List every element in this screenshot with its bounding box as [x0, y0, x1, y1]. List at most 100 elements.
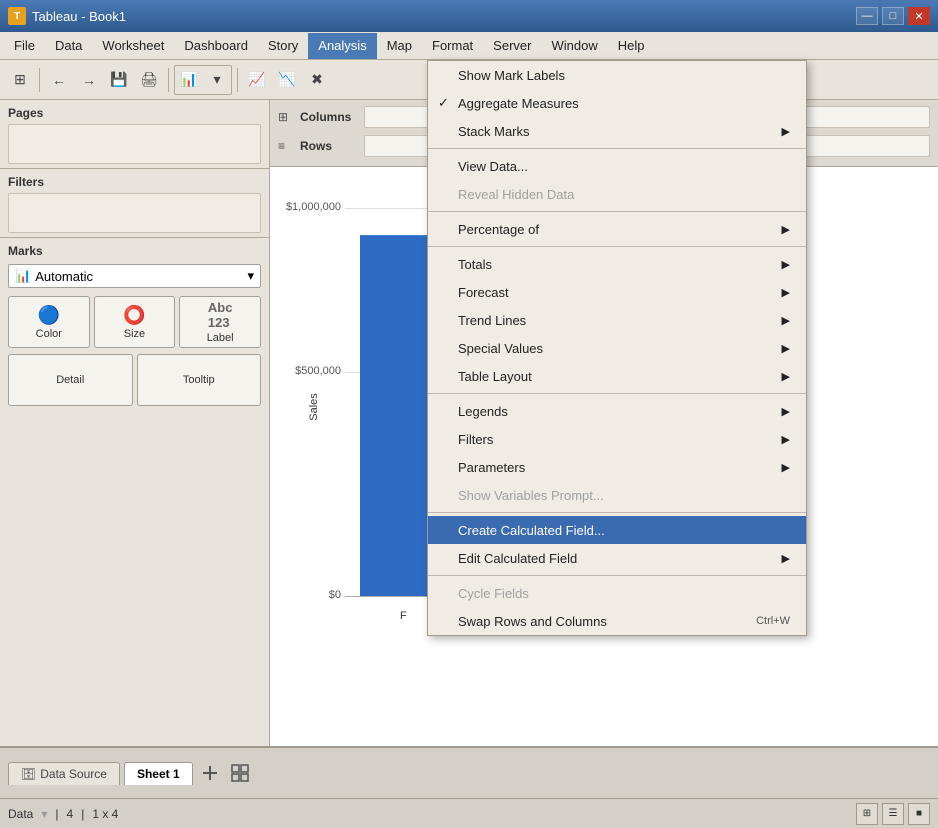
new-sheet-btn[interactable] — [197, 760, 223, 786]
toolbar-bar-chart-btn[interactable]: 📊 — [175, 66, 203, 94]
menu-totals-label: Totals — [458, 257, 492, 272]
stack-marks-arrow: ▶ — [782, 125, 790, 138]
table-layout-arrow: ▶ — [782, 370, 790, 383]
menu-stack-marks-label: Stack Marks — [458, 124, 530, 139]
status-bar: Data ▾ | 4 | 1 x 4 ⊞ ☰ ■ — [0, 798, 938, 828]
data-source-tab[interactable]: 🗄 Data Source — [8, 762, 120, 785]
menu-special-values[interactable]: Special Values ▶ — [428, 334, 806, 362]
rows-label: Rows — [300, 139, 360, 153]
aggregate-checkmark: ✓ — [438, 95, 449, 111]
marks-color-icon: 🔵 — [38, 305, 60, 326]
toolbar-save-btn[interactable]: 💾 — [105, 66, 133, 94]
data-source-icon: 🗄 — [21, 767, 36, 781]
columns-icon: ⊞ — [278, 110, 296, 124]
menu-legends[interactable]: Legends ▶ — [428, 397, 806, 425]
pages-label: Pages — [8, 106, 261, 120]
totals-arrow: ▶ — [782, 258, 790, 271]
menu-worksheet[interactable]: Worksheet — [92, 33, 174, 59]
sheet1-tab[interactable]: Sheet 1 — [124, 762, 193, 785]
menu-cycle-fields-label: Cycle Fields — [458, 586, 529, 601]
status-row-count: 4 — [67, 807, 74, 821]
percentage-of-arrow: ▶ — [782, 223, 790, 236]
marks-label-btn[interactable]: Abc123 Label — [179, 296, 261, 348]
menu-parameters[interactable]: Parameters ▶ — [428, 453, 806, 481]
toolbar-chart-dropdown[interactable]: ▾ — [203, 66, 231, 94]
parameters-arrow: ▶ — [782, 461, 790, 474]
maximize-button[interactable]: □ — [882, 7, 904, 25]
menu-analysis[interactable]: Analysis — [308, 33, 376, 59]
filters-drop-area[interactable] — [8, 193, 261, 233]
toolbar-forward-btn[interactable]: → — [75, 66, 103, 94]
menu-sep-2 — [428, 211, 806, 212]
filters-arrow: ▶ — [782, 433, 790, 446]
toolbar-show-btn[interactable]: 📈 — [243, 66, 271, 94]
menu-show-mark-labels[interactable]: Show Mark Labels — [428, 61, 806, 89]
pages-drop-area[interactable] — [8, 124, 261, 164]
marks-label-icon: Abc123 — [208, 300, 233, 330]
status-dark-btn[interactable]: ■ — [908, 803, 930, 825]
menu-help[interactable]: Help — [608, 33, 655, 59]
menu-stack-marks[interactable]: Stack Marks ▶ — [428, 117, 806, 145]
status-data-label: Data — [8, 807, 33, 821]
menu-sep-5 — [428, 512, 806, 513]
marks-panel: Marks 📊 Automatic ▾ 🔵 Color ⭕ Size — [0, 238, 269, 746]
x-axis-label: F — [400, 610, 407, 622]
menu-view-data[interactable]: View Data... — [428, 152, 806, 180]
menu-sep-6 — [428, 575, 806, 576]
legends-arrow: ▶ — [782, 405, 790, 418]
menu-legends-label: Legends — [458, 404, 508, 419]
edit-calc-arrow: ▶ — [782, 552, 790, 565]
status-list-btn[interactable]: ☰ — [882, 803, 904, 825]
status-right: ⊞ ☰ ■ — [856, 803, 930, 825]
toolbar-back-btn[interactable]: ← — [45, 66, 73, 94]
rows-icon: ≡ — [278, 139, 296, 153]
toolbar-home-btn[interactable]: ⊞ — [6, 66, 34, 94]
menu-reveal-hidden-label: Reveal Hidden Data — [458, 187, 574, 202]
menu-dashboard[interactable]: Dashboard — [174, 33, 258, 59]
menu-aggregate-measures[interactable]: ✓ Aggregate Measures — [428, 89, 806, 117]
special-values-arrow: ▶ — [782, 342, 790, 355]
menu-totals[interactable]: Totals ▶ — [428, 250, 806, 278]
toolbar-show2-btn[interactable]: 📉 — [273, 66, 301, 94]
toolbar-sep-2 — [168, 68, 169, 92]
gridline-label-bottom: $0 — [329, 589, 345, 601]
menu-forecast-label: Forecast — [458, 285, 509, 300]
menu-trend-lines[interactable]: Trend Lines ▶ — [428, 306, 806, 334]
close-button[interactable]: ✕ — [908, 7, 930, 25]
analysis-dropdown-menu: Show Mark Labels ✓ Aggregate Measures St… — [427, 60, 807, 636]
marks-color-btn[interactable]: 🔵 Color — [8, 296, 90, 348]
marks-size-icon: ⭕ — [123, 305, 145, 326]
marks-detail-btn[interactable]: Detail — [8, 354, 133, 406]
toolbar-print-btn[interactable]: 🖨 — [135, 66, 163, 94]
menu-window[interactable]: Window — [541, 33, 607, 59]
menu-edit-calc[interactable]: Edit Calculated Field ▶ — [428, 544, 806, 572]
menu-table-layout[interactable]: Table Layout ▶ — [428, 362, 806, 390]
menu-filters[interactable]: Filters ▶ — [428, 425, 806, 453]
gridline-label-mid: $500,000 — [295, 365, 345, 377]
menu-map[interactable]: Map — [377, 33, 422, 59]
menu-percentage-of[interactable]: Percentage of ▶ — [428, 215, 806, 243]
menu-swap-rows[interactable]: Swap Rows and Columns Ctrl+W — [428, 607, 806, 635]
menu-create-calc[interactable]: Create Calculated Field... — [428, 516, 806, 544]
menu-server[interactable]: Server — [483, 33, 541, 59]
marks-color-label: Color — [36, 328, 62, 340]
menu-format[interactable]: Format — [422, 33, 483, 59]
menu-story[interactable]: Story — [258, 33, 308, 59]
marks-size-label: Size — [124, 328, 145, 340]
status-grid-btn[interactable]: ⊞ — [856, 803, 878, 825]
y-axis-label: Sales — [308, 393, 320, 421]
filters-label: Filters — [8, 175, 261, 189]
menu-show-variables-label: Show Variables Prompt... — [458, 488, 604, 503]
menu-sep-3 — [428, 246, 806, 247]
marks-tooltip-btn[interactable]: Tooltip — [137, 354, 262, 406]
menu-sep-1 — [428, 148, 806, 149]
new-dashboard-btn[interactable] — [227, 760, 253, 786]
toolbar-remove-btn[interactable]: ✖ — [303, 66, 331, 94]
marks-type-label: Automatic — [35, 269, 93, 284]
marks-type-dropdown[interactable]: 📊 Automatic ▾ — [8, 264, 261, 288]
menu-forecast[interactable]: Forecast ▶ — [428, 278, 806, 306]
menu-data[interactable]: Data — [45, 33, 92, 59]
minimize-button[interactable]: — — [856, 7, 878, 25]
marks-size-btn[interactable]: ⭕ Size — [94, 296, 176, 348]
menu-file[interactable]: File — [4, 33, 45, 59]
